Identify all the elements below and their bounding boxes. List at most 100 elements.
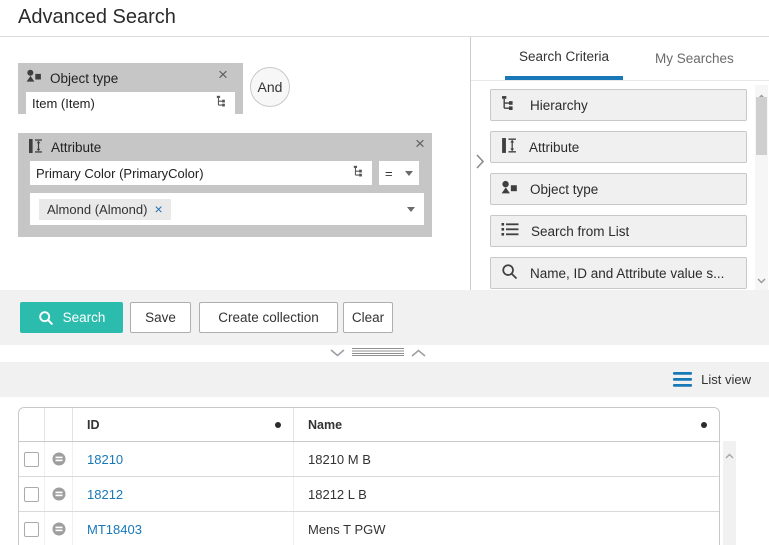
item-name: 18210 M B — [308, 452, 371, 467]
row-checkbox[interactable] — [24, 522, 39, 537]
list-icon — [501, 222, 519, 240]
criteria-item-hierarchy[interactable]: Hierarchy — [490, 89, 747, 121]
advanced-search-page: Advanced Search Object type × Item (Item… — [0, 0, 769, 545]
attribute-icon — [501, 137, 517, 157]
page-title: Advanced Search — [18, 6, 176, 29]
item-icon — [52, 522, 66, 536]
attribute-icon — [28, 138, 43, 157]
save-button-label: Save — [145, 310, 176, 325]
item-icon — [52, 452, 66, 466]
collapse-down-icon[interactable] — [330, 345, 345, 360]
item-name: Mens T PGW — [308, 522, 386, 537]
object-type-icon — [501, 180, 518, 199]
save-button[interactable]: Save — [130, 302, 191, 333]
object-type-card: Object type × Item (Item) — [18, 63, 243, 114]
column-label: ID — [87, 418, 100, 432]
search-button[interactable]: Search — [20, 302, 123, 333]
attribute-card-title: Attribute — [51, 140, 101, 155]
column-menu-dot[interactable] — [701, 422, 707, 428]
panel-scrollbar[interactable] — [755, 85, 768, 290]
tab-my-searches[interactable]: My Searches — [641, 37, 748, 80]
attribute-input[interactable]: Primary Color (PrimaryColor) — [30, 161, 372, 185]
column-menu-dot[interactable] — [275, 422, 281, 428]
close-icon[interactable]: × — [213, 65, 233, 85]
row-checkbox[interactable] — [24, 487, 39, 502]
and-or-connector[interactable]: And — [250, 67, 290, 107]
criteria-panel-tabs: Search Criteria My Searches — [471, 37, 769, 81]
table-row[interactable]: 18210 18210 M B — [19, 442, 719, 477]
icon-column-header[interactable] — [45, 408, 73, 441]
criteria-palette: Hierarchy Attribute — [490, 89, 747, 299]
operator-value: = — [385, 166, 393, 181]
object-type-card-title: Object type — [50, 71, 118, 86]
list-view-icon — [673, 372, 692, 387]
row-checkbox[interactable] — [24, 452, 39, 467]
criteria-item-label: Attribute — [529, 140, 579, 155]
item-id-link[interactable]: MT18403 — [87, 522, 142, 537]
name-column-header[interactable]: Name — [294, 408, 719, 441]
value-chip-label: Almond (Almond) — [47, 202, 147, 217]
criteria-item-attribute[interactable]: Attribute — [490, 131, 747, 163]
item-id-link[interactable]: 18212 — [87, 487, 123, 502]
expand-up-icon[interactable] — [411, 345, 426, 360]
tab-search-criteria[interactable]: Search Criteria — [505, 37, 623, 80]
results-scrollbar[interactable] — [723, 441, 736, 545]
object-type-value: Item (Item) — [32, 96, 216, 111]
criteria-item-search-from-list[interactable]: Search from List — [490, 215, 747, 247]
value-combobox[interactable]: Almond (Almond) × — [30, 193, 424, 225]
splitter-grip[interactable] — [352, 348, 404, 357]
criteria-item-label: Search from List — [531, 224, 629, 239]
close-icon[interactable]: × — [410, 134, 430, 154]
search-button-label: Search — [63, 310, 106, 325]
results-table: ID Name 18210 18210 M B — [18, 407, 720, 545]
chevron-down-icon[interactable] — [407, 207, 415, 212]
attribute-card-header[interactable]: Attribute × — [18, 135, 432, 159]
attribute-card: Attribute × Primary Color (PrimaryColor)… — [18, 133, 432, 237]
clear-button-label: Clear — [352, 310, 384, 325]
id-column-header[interactable]: ID — [73, 408, 294, 441]
create-collection-button[interactable]: Create collection — [199, 302, 338, 333]
object-type-input[interactable]: Item (Item) — [26, 92, 235, 114]
list-view-label: List view — [701, 372, 751, 387]
object-type-icon — [26, 69, 42, 87]
attribute-selector-row: Primary Color (PrimaryColor) = — [30, 161, 420, 185]
hierarchy-icon — [501, 95, 518, 115]
tab-label: My Searches — [655, 51, 734, 66]
attribute-value: Primary Color (PrimaryColor) — [36, 166, 353, 181]
table-row[interactable]: MT18403 Mens T PGW — [19, 512, 719, 545]
chip-close-icon[interactable]: × — [154, 201, 162, 217]
search-icon — [501, 263, 518, 283]
criteria-item-label: Hierarchy — [530, 98, 588, 113]
criteria-item-name-id-search[interactable]: Name, ID and Attribute value s... — [490, 257, 747, 289]
criteria-item-object-type[interactable]: Object type — [490, 173, 747, 205]
table-row[interactable]: 18212 18212 L B — [19, 477, 719, 512]
page-header: Advanced Search — [0, 0, 769, 37]
operator-select[interactable]: = — [379, 161, 419, 185]
panel-splitter[interactable] — [330, 345, 426, 359]
chevron-down-icon — [405, 171, 413, 176]
scroll-up-icon[interactable] — [725, 447, 734, 462]
tab-label: Search Criteria — [519, 49, 609, 64]
hierarchy-picker-icon[interactable] — [216, 95, 229, 111]
action-bar: Search Save Create collection Clear — [0, 290, 769, 345]
list-view-button[interactable]: List view — [673, 362, 751, 397]
select-column-header[interactable] — [19, 408, 45, 441]
item-icon — [52, 487, 66, 501]
connector-label: And — [258, 79, 283, 95]
item-id-link[interactable]: 18210 — [87, 452, 123, 467]
scroll-down-icon[interactable] — [757, 272, 766, 287]
column-label: Name — [308, 418, 342, 432]
hierarchy-picker-icon[interactable] — [353, 165, 366, 181]
criteria-item-label: Object type — [530, 182, 598, 197]
item-name: 18212 L B — [308, 487, 367, 502]
scrollbar-thumb[interactable] — [756, 97, 767, 155]
table-header-row: ID Name — [19, 408, 719, 442]
value-chip: Almond (Almond) × — [39, 199, 171, 220]
collapse-panel-chevron-icon[interactable] — [475, 153, 485, 173]
results-toolbar: List view — [0, 362, 769, 397]
clear-button[interactable]: Clear — [343, 302, 393, 333]
criteria-item-label: Name, ID and Attribute value s... — [530, 266, 724, 281]
search-icon — [38, 310, 54, 326]
object-type-card-header[interactable]: Object type × — [26, 66, 235, 90]
create-collection-button-label: Create collection — [218, 310, 319, 325]
